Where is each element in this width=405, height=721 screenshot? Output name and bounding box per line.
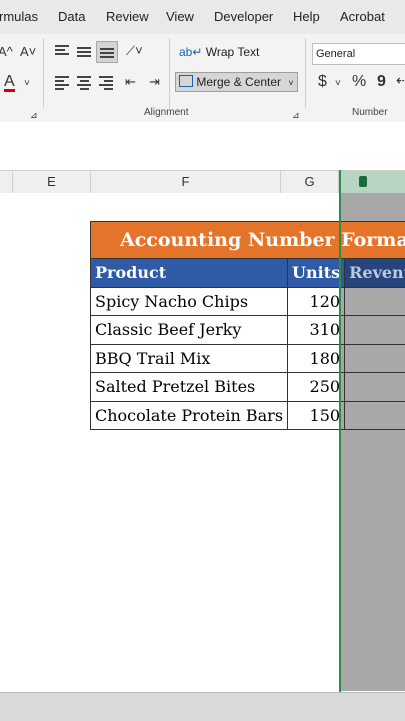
- menu-developer[interactable]: Developer: [214, 9, 273, 24]
- merge-center-icon: [179, 75, 193, 87]
- wrap-text-button[interactable]: ab↵ Wrap Text: [179, 45, 259, 59]
- cell-revenue[interactable]: 9: [345, 373, 405, 402]
- menu-bar: rmulas Data Review View Developer Help A…: [0, 0, 405, 34]
- menu-data[interactable]: Data: [58, 9, 85, 24]
- wrap-text-icon: ab↵: [179, 45, 202, 59]
- align-middle-icon[interactable]: [77, 45, 91, 59]
- formula-bar-area[interactable]: [0, 122, 405, 170]
- ribbon-separator: [43, 38, 44, 108]
- menu-help[interactable]: Help: [293, 9, 320, 24]
- cell-revenue[interactable]: 6: [345, 344, 405, 373]
- table-row: Salted Pretzel Bites 250 9: [91, 373, 405, 402]
- percent-style-button[interactable]: %: [352, 74, 366, 90]
- merge-center-dropdown-icon[interactable]: ˅: [288, 78, 293, 88]
- ribbon: A^ A˅ A ˅ ⟋˅ ⇤ ⇥ ab↵ Wrap Text Merge & C…: [0, 34, 405, 123]
- align-bottom-icon[interactable]: [96, 41, 118, 63]
- decrease-font-size-button[interactable]: A˅: [20, 44, 36, 60]
- data-table: Accounting Number Format Product Units R…: [90, 221, 405, 430]
- cell-product[interactable]: Spicy Nacho Chips: [91, 287, 288, 316]
- alignment-group-label: Alignment: [144, 107, 188, 118]
- header-product[interactable]: Product: [91, 259, 288, 288]
- cell-product[interactable]: BBQ Trail Mix: [91, 344, 288, 373]
- ribbon-separator: [169, 38, 170, 108]
- accounting-format-button[interactable]: $: [318, 74, 327, 90]
- table-row: Chocolate Protein Bars 150 5: [91, 401, 405, 430]
- increase-font-size-button[interactable]: A^: [0, 44, 13, 60]
- header-revenue[interactable]: Revenue: [345, 259, 405, 288]
- align-top-icon[interactable]: [55, 43, 69, 57]
- ribbon-separator: [305, 38, 306, 108]
- menu-acrobat[interactable]: Acrobat: [340, 9, 385, 24]
- cell-revenue[interactable]: 12: [345, 316, 405, 345]
- font-dialog-launcher-icon[interactable]: ⊿: [30, 107, 38, 123]
- merge-center-button[interactable]: Merge & Center ˅: [175, 72, 298, 92]
- orientation-icon[interactable]: ⟋˅: [126, 43, 143, 59]
- table-title-cell[interactable]: Accounting Number Format: [91, 222, 405, 259]
- number-format-select[interactable]: General: [312, 43, 405, 65]
- cell-revenue[interactable]: 4: [345, 287, 405, 316]
- font-color-dropdown-icon[interactable]: ˅: [24, 76, 30, 92]
- column-headers: E F G: [0, 170, 405, 194]
- menu-formulas[interactable]: rmulas: [0, 9, 38, 24]
- column-header-g[interactable]: G: [281, 171, 339, 193]
- table-row: Classic Beef Jerky 310 12: [91, 316, 405, 345]
- cell-units[interactable]: 310: [288, 316, 345, 345]
- table-row: Spicy Nacho Chips 120 4: [91, 287, 405, 316]
- column-header-e[interactable]: E: [13, 171, 91, 193]
- cell-product[interactable]: Salted Pretzel Bites: [91, 373, 288, 402]
- worksheet-grid[interactable]: Accounting Number Format Product Units R…: [0, 193, 405, 691]
- align-right-icon[interactable]: [99, 74, 113, 92]
- column-header-d[interactable]: [0, 171, 13, 193]
- column-header-h[interactable]: [340, 171, 405, 193]
- table-row: BBQ Trail Mix 180 6: [91, 344, 405, 373]
- cell-product[interactable]: Classic Beef Jerky: [91, 316, 288, 345]
- menu-view[interactable]: View: [166, 9, 194, 24]
- align-left-icon[interactable]: [55, 74, 69, 92]
- merge-center-label: Merge & Center: [196, 75, 281, 89]
- menu-review[interactable]: Review: [106, 9, 149, 24]
- align-center-icon[interactable]: [77, 74, 91, 92]
- table-title: Accounting Number Format: [120, 229, 405, 251]
- accounting-dropdown-icon[interactable]: ˅: [335, 76, 341, 92]
- cell-revenue[interactable]: 5: [345, 401, 405, 430]
- cell-units[interactable]: 250: [288, 373, 345, 402]
- column-resize-guide: [339, 170, 341, 692]
- cell-units[interactable]: 180: [288, 344, 345, 373]
- cell-units[interactable]: 150: [288, 401, 345, 430]
- column-resize-cursor-icon: [359, 176, 367, 187]
- header-row: Product Units Revenue: [91, 259, 405, 288]
- decrease-indent-icon[interactable]: ⇤: [125, 74, 136, 90]
- column-header-f[interactable]: F: [91, 171, 281, 193]
- increase-indent-icon[interactable]: ⇥: [149, 74, 160, 90]
- number-group-label: Number: [352, 107, 388, 118]
- cell-units[interactable]: 120: [288, 287, 345, 316]
- wrap-text-label: Wrap Text: [206, 45, 260, 59]
- font-color-button[interactable]: A: [4, 74, 15, 92]
- alignment-dialog-launcher-icon[interactable]: ⊿: [292, 107, 300, 123]
- comma-style-button[interactable]: 9: [377, 74, 386, 90]
- decimal-icon[interactable]: ⇠: [396, 72, 405, 88]
- cell-product[interactable]: Chocolate Protein Bars: [91, 401, 288, 430]
- header-units[interactable]: Units: [288, 259, 345, 288]
- status-bar: [0, 692, 405, 721]
